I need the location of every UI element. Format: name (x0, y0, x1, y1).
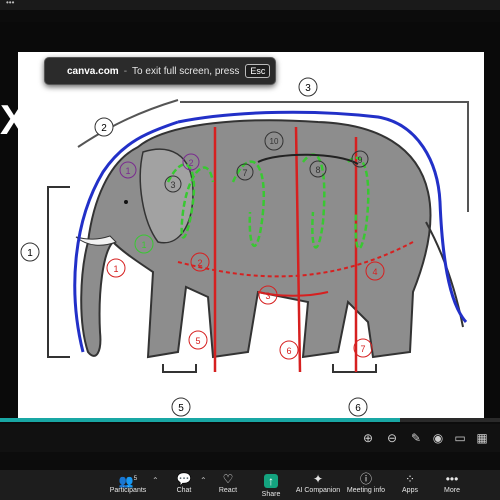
elephant-body (80, 119, 432, 359)
bracket-bottom-left (162, 364, 197, 373)
svg-text:2: 2 (197, 258, 202, 268)
label-blue-1: 1 (20, 242, 40, 262)
svg-text:3: 3 (305, 83, 311, 94)
label-bottom-6: 6 (348, 397, 368, 417)
esc-key-badge: Esc (245, 64, 271, 78)
svg-text:7: 7 (360, 344, 365, 354)
svg-text:2: 2 (101, 123, 107, 134)
label-red-1: 1 (106, 258, 126, 278)
toast-separator: - (123, 65, 128, 77)
label-blue-2: 2 (94, 117, 114, 137)
share-toolbar: ⊕ ⊖ ✎ ◉ ▭ ▦ (0, 424, 500, 452)
svg-text:5: 5 (178, 403, 184, 414)
svg-text:1: 1 (141, 240, 146, 250)
pen-icon[interactable]: ✎ (408, 430, 424, 446)
slide-progress-fill (0, 418, 400, 422)
participants-icon: 👥5 (118, 474, 138, 488)
elephant-eye (124, 200, 128, 204)
svg-text:1: 1 (125, 166, 130, 176)
live-icon[interactable]: ◉ (430, 430, 446, 446)
svg-text:3: 3 (170, 180, 175, 190)
layout-icon[interactable]: ▦ (474, 430, 490, 446)
participants-label: Participants (109, 487, 147, 494)
more-dots-icon: ••• (445, 472, 459, 486)
svg-text:2: 2 (188, 158, 193, 168)
share-arrow-icon: ↑ (264, 474, 278, 488)
svg-text:1: 1 (27, 248, 33, 259)
svg-text:1: 1 (113, 264, 118, 274)
participants-button[interactable]: 👥5 Participants (98, 472, 158, 500)
svg-text:6: 6 (286, 346, 291, 356)
label-red-6: 6 (279, 340, 299, 360)
zoom-in-icon[interactable]: ⊕ (360, 430, 376, 446)
toast-message: To exit full screen, press (132, 65, 240, 77)
svg-text:7: 7 (242, 168, 247, 178)
svg-text:6: 6 (355, 403, 361, 414)
meeting-control-bar: 👥5 Participants ⌃ 💬 Chat ⌃ ♡ React ↑ Sha… (0, 470, 500, 500)
caption-icon[interactable]: ▭ (452, 430, 468, 446)
more-button[interactable]: ••• More (422, 472, 482, 500)
label-blue-3: 3 (298, 77, 318, 97)
svg-text:9: 9 (357, 155, 362, 165)
svg-text:10: 10 (270, 137, 279, 146)
presentation-slide: 1 2 3 4 5 6 1 2 3 4 5 6 7 1 2 3 1 7 8 9 … (18, 52, 500, 418)
svg-text:4: 4 (372, 267, 377, 277)
svg-text:3: 3 (265, 291, 270, 301)
svg-text:8: 8 (315, 165, 320, 175)
svg-text:5: 5 (195, 336, 200, 346)
window-top-strip: ••• (0, 0, 500, 10)
more-label: More (444, 487, 460, 494)
slide-progress-bar (0, 418, 500, 422)
window-menu-icon[interactable]: ••• (6, 0, 14, 7)
label-red-5: 5 (188, 330, 208, 350)
bracket-left (47, 186, 70, 358)
zoom-out-icon[interactable]: ⊖ (384, 430, 400, 446)
toast-domain: canva.com (67, 65, 119, 77)
bracket-bottom-right (332, 364, 377, 373)
label-bottom-5: 5 (171, 397, 191, 417)
elephant-diagram: 1 2 3 4 5 6 1 2 3 4 5 6 7 1 2 3 1 7 8 9 … (20, 77, 500, 417)
fullscreen-toast: canva.com - To exit full screen, press E… (44, 57, 276, 85)
